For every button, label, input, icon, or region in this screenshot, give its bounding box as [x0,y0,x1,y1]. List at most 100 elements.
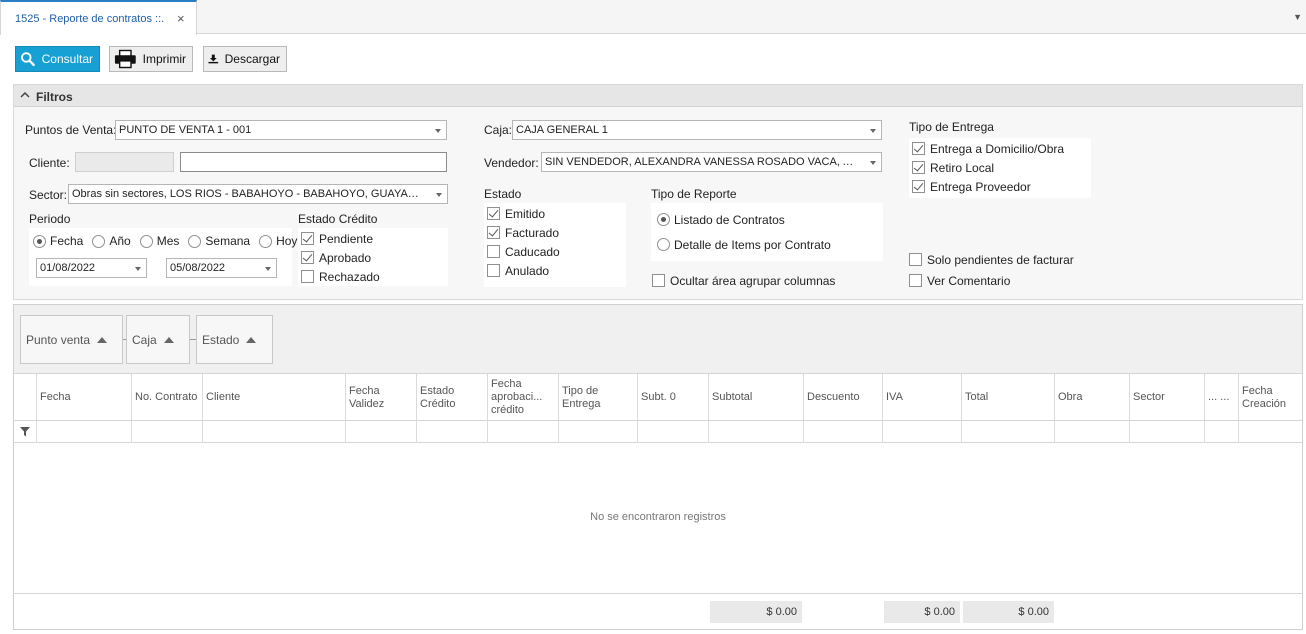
column-header-no-contrato[interactable]: No. Contrato [131,374,202,421]
column-header-total[interactable]: Total [961,374,1054,421]
filter-cell[interactable] [131,421,202,443]
ver-comentario-option[interactable]: Ver Comentario [909,271,1010,290]
periodo-semana[interactable]: Semana [188,234,250,248]
fecha-desde-value: 01/08/2022 [40,262,96,274]
group-column-caja[interactable]: Caja [126,315,190,364]
column-header-fecha-creacion[interactable]: Fecha Creación [1238,374,1302,421]
column-header-fecha[interactable]: Fecha [36,374,131,421]
solo-pendientes-option[interactable]: Solo pendientes de facturar [909,250,1074,269]
vendedor-label: Vendedor: [484,156,539,170]
filter-cell[interactable] [708,421,803,443]
checkbox-emitido[interactable] [487,207,500,220]
column-header-obra[interactable]: Obra [1054,374,1129,421]
column-header-subtotal[interactable]: Subtotal [708,374,803,421]
filter-cell[interactable] [416,421,487,443]
vendedor-select[interactable]: SIN VENDEDOR, ALEXANDRA VANESSA ROSADO V… [541,152,882,172]
filter-icon[interactable] [20,427,30,437]
estado-anulado[interactable]: Anulado [487,261,549,280]
radio-mes[interactable] [139,234,153,248]
close-icon[interactable]: × [177,11,185,26]
column-header-estado-credito[interactable]: Estado Crédito [416,374,487,421]
estado-credito-pendiente[interactable]: Pendiente [301,229,373,248]
column-header-cliente[interactable]: Cliente [202,374,345,421]
checkbox-ocultar-agrupar[interactable] [652,274,665,287]
ocultar-agrupar-option[interactable]: Ocultar área agrupar columnas [652,271,835,290]
checkbox-retiro-local[interactable] [912,161,925,174]
filter-cell[interactable] [487,421,558,443]
periodo-mes[interactable]: Mes [139,234,179,248]
tipo-entrega-retiro[interactable]: Retiro Local [912,158,994,177]
column-header-collapsed[interactable]: ... ... [1204,374,1238,421]
filter-cell[interactable] [1129,421,1204,443]
sort-asc-icon [246,336,257,343]
chevron-down-icon[interactable]: ▼ [1293,12,1302,22]
column-header-fecha-aprobacion[interactable]: Fecha aprobaci... crédito [487,374,558,421]
checkbox-caducado[interactable] [487,245,500,258]
column-header-iva[interactable]: IVA [882,374,961,421]
tipo-reporte-listado[interactable]: Listado de Contratos [657,210,785,229]
consultar-button[interactable]: Consultar [15,46,100,72]
column-header-sector[interactable]: Sector [1129,374,1204,421]
descargar-button[interactable]: Descargar [203,46,287,72]
checkbox-facturado[interactable] [487,226,500,239]
checkbox-entrega-domicilio[interactable] [912,142,925,155]
radio-fecha[interactable] [33,234,46,248]
checkbox-aprobado[interactable] [301,251,314,264]
filter-cell[interactable] [882,421,961,443]
column-header-descuento[interactable]: Descuento [803,374,882,421]
cliente-name-input[interactable] [180,152,447,172]
estado-caducado[interactable]: Caducado [487,242,560,261]
caja-select[interactable]: CAJA GENERAL 1 [512,120,882,140]
radio-label: Detalle de Items por Contrato [674,237,831,252]
filter-cell[interactable] [202,421,345,443]
checkbox-solo-pendientes[interactable] [909,253,922,266]
fecha-desde-picker[interactable]: 01/08/2022 [36,258,147,278]
filter-cell[interactable] [1054,421,1129,443]
column-header-tipo-entrega[interactable]: Tipo de Entrega [558,374,637,421]
tipo-entrega-domicilio[interactable]: Entrega a Domicilio/Obra [912,139,1064,158]
tab-reporte-contratos[interactable]: 1525 - Reporte de contratos ::. × [0,0,197,35]
chevron-up-icon[interactable] [20,91,30,99]
periodo-fecha[interactable]: Fecha [33,234,83,248]
puntos-venta-select[interactable]: PUNTO DE VENTA 1 - 001 [115,120,447,140]
radio-hoy[interactable] [259,234,273,248]
checkbox-label: Entrega a Domicilio/Obra [930,141,1065,156]
estado-credito-aprobado[interactable]: Aprobado [301,248,371,267]
filter-cell[interactable] [345,421,416,443]
periodo-hoy[interactable]: Hoy [259,234,297,248]
tipo-entrega-proveedor[interactable]: Entrega Proveedor [912,177,1031,196]
checkbox-label: Entrega Proveedor [930,179,1031,194]
estado-credito-rechazado[interactable]: Rechazado [301,267,380,286]
filter-cell[interactable] [1238,421,1302,443]
tipo-reporte-detalle[interactable]: Detalle de Items por Contrato [657,235,831,254]
filter-cell[interactable] [1204,421,1238,443]
checkbox-anulado[interactable] [487,264,500,277]
checkbox-rechazado[interactable] [301,270,314,283]
column-header-subt-0[interactable]: Subt. 0 [637,374,708,421]
estado-emitido[interactable]: Emitido [487,204,545,223]
checkbox-pendiente[interactable] [301,232,314,245]
periodo-anio[interactable]: Año [92,234,131,248]
radio-anio[interactable] [92,234,106,248]
group-column-estado[interactable]: Estado [196,315,273,364]
checkbox-entrega-proveedor[interactable] [912,180,925,193]
group-column-punto-venta[interactable]: Punto venta [20,315,123,364]
imprimir-button[interactable]: Imprimir [109,46,193,72]
filter-cell[interactable] [803,421,882,443]
fecha-hasta-picker[interactable]: 05/08/2022 [166,258,277,278]
radio-listado-contratos[interactable] [657,213,670,226]
search-icon [21,52,35,67]
filter-cell[interactable] [637,421,708,443]
filtros-header[interactable]: Filtros [14,85,1302,107]
vendedor-value: SIN VENDEDOR, ALEXANDRA VANESSA ROSADO V… [545,156,859,168]
estado-facturado[interactable]: Facturado [487,223,559,242]
column-header-fecha-validez[interactable]: Fecha Validez [345,374,416,421]
sector-select[interactable]: Obras sin sectores, LOS RIOS - BABAHOYO … [68,184,448,204]
contratos-grid: Punto venta Caja Estado Fecha No. Contra… [13,304,1303,630]
filter-cell[interactable] [961,421,1054,443]
filter-cell[interactable] [558,421,637,443]
radio-detalle-items[interactable] [657,238,670,251]
radio-semana[interactable] [188,234,202,248]
filter-cell[interactable] [36,421,131,443]
checkbox-ver-comentario[interactable] [909,274,922,287]
